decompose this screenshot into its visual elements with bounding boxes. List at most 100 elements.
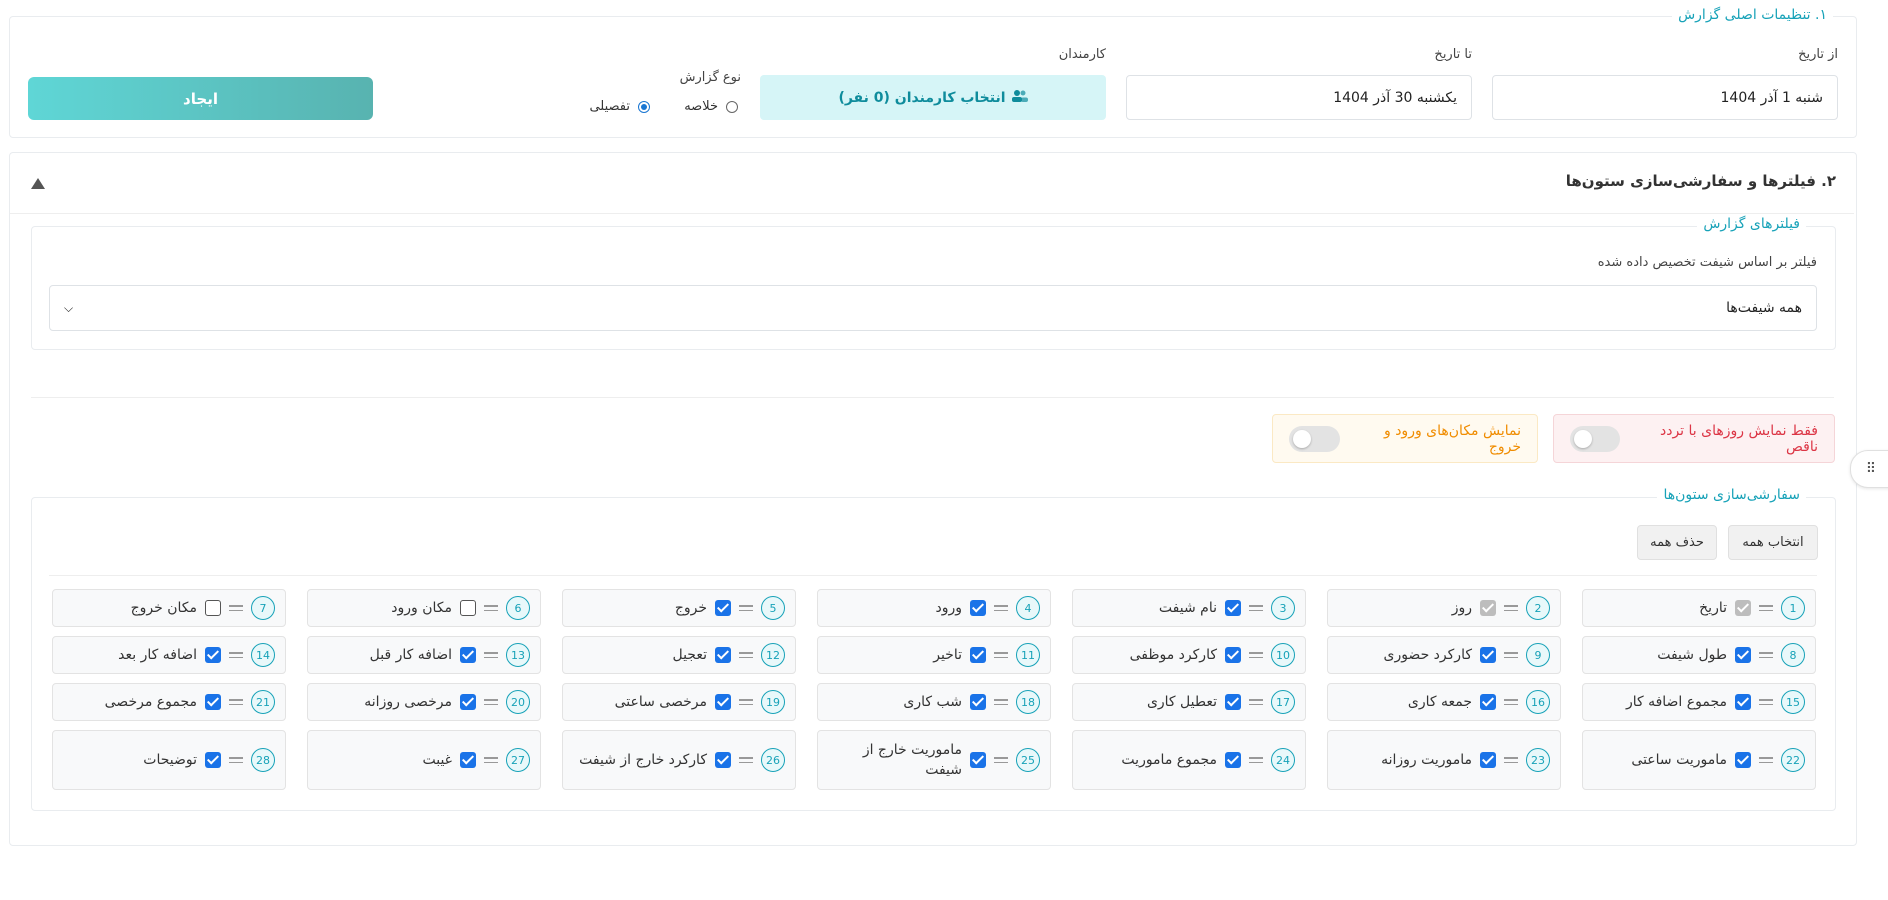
column-checkbox[interactable] bbox=[205, 600, 221, 616]
column-checkbox[interactable] bbox=[970, 694, 986, 710]
drag-handle-icon[interactable] bbox=[229, 699, 243, 705]
column-checkbox[interactable] bbox=[1735, 752, 1751, 768]
drag-handle-icon[interactable] bbox=[994, 757, 1008, 763]
summary-radio[interactable] bbox=[726, 100, 738, 113]
column-card[interactable]: 5 خروج bbox=[562, 589, 796, 627]
column-checkbox[interactable] bbox=[1480, 694, 1496, 710]
column-checkbox[interactable] bbox=[460, 752, 476, 768]
column-card[interactable]: 7 مکان خروج bbox=[52, 589, 286, 627]
incomplete-days-switch[interactable] bbox=[1570, 425, 1621, 452]
drag-handle-icon[interactable] bbox=[1249, 757, 1263, 763]
column-card[interactable]: 17 تعطیل کاری bbox=[1072, 683, 1306, 721]
column-card[interactable]: 8 طول شیفت bbox=[1582, 636, 1816, 674]
column-card[interactable]: 21 مجموع مرخصی bbox=[52, 683, 286, 721]
column-card[interactable]: 20 مرخصی روزانه bbox=[307, 683, 541, 721]
column-card[interactable]: 23 ماموریت روزانه bbox=[1327, 730, 1561, 790]
column-card[interactable]: 27 غیبت bbox=[307, 730, 541, 790]
drag-handle-icon[interactable] bbox=[994, 652, 1008, 658]
column-card[interactable]: 1 تاریخ bbox=[1582, 589, 1816, 627]
deselect-all-button[interactable]: حذف همه bbox=[1637, 525, 1717, 560]
locations-switch[interactable] bbox=[1289, 425, 1341, 452]
column-card[interactable]: 10 کارکرد موظفی bbox=[1072, 636, 1306, 674]
column-checkbox[interactable] bbox=[460, 600, 476, 616]
column-checkbox[interactable] bbox=[205, 647, 221, 663]
column-checkbox[interactable] bbox=[1225, 600, 1241, 616]
column-card[interactable]: 22 ماموریت ساعتی bbox=[1582, 730, 1816, 790]
side-drag-handle[interactable]: ⠿ bbox=[1850, 450, 1888, 488]
column-card[interactable]: 18 شب کاری bbox=[817, 683, 1051, 721]
column-card[interactable]: 2 روز bbox=[1327, 589, 1561, 627]
drag-handle-icon[interactable] bbox=[484, 605, 498, 611]
report-type-detailed-option[interactable]: تفصیلی bbox=[589, 99, 650, 114]
drag-handle-icon[interactable] bbox=[1504, 757, 1518, 763]
column-card[interactable]: 28 توضیحات bbox=[52, 730, 286, 790]
column-card[interactable]: 16 جمعه کاری bbox=[1327, 683, 1561, 721]
column-checkbox[interactable] bbox=[1735, 694, 1751, 710]
drag-handle-icon[interactable] bbox=[229, 652, 243, 658]
column-card[interactable]: 6 مکان ورود bbox=[307, 589, 541, 627]
drag-handle-icon[interactable] bbox=[484, 652, 498, 658]
drag-handle-icon[interactable] bbox=[229, 757, 243, 763]
drag-handle-icon[interactable] bbox=[229, 605, 243, 611]
column-checkbox[interactable] bbox=[970, 600, 986, 616]
locations-toggle-box[interactable]: نمایش مکان‌های ورود و خروج bbox=[1272, 414, 1538, 463]
drag-handle-icon[interactable] bbox=[1504, 652, 1518, 658]
drag-handle-icon[interactable] bbox=[739, 605, 753, 611]
drag-handle-icon[interactable] bbox=[994, 605, 1008, 611]
column-checkbox[interactable] bbox=[970, 752, 986, 768]
create-button[interactable]: ایجاد bbox=[28, 77, 373, 120]
drag-handle-icon[interactable] bbox=[1759, 757, 1773, 763]
column-card[interactable]: 11 تاخیر bbox=[817, 636, 1051, 674]
column-checkbox[interactable] bbox=[1225, 752, 1241, 768]
drag-handle-icon[interactable] bbox=[484, 757, 498, 763]
drag-handle-icon[interactable] bbox=[994, 699, 1008, 705]
column-checkbox[interactable] bbox=[970, 647, 986, 663]
column-checkbox[interactable] bbox=[715, 600, 731, 616]
column-card[interactable]: 4 ورود bbox=[817, 589, 1051, 627]
select-all-button[interactable]: انتخاب همه bbox=[1728, 525, 1818, 560]
column-checkbox[interactable] bbox=[1225, 647, 1241, 663]
select-employees-button[interactable]: انتخاب کارمندان (0 نفر) bbox=[760, 75, 1106, 120]
column-checkbox[interactable] bbox=[715, 752, 731, 768]
column-card[interactable]: 24 مجموع ماموریت bbox=[1072, 730, 1306, 790]
column-checkbox[interactable] bbox=[1480, 647, 1496, 663]
drag-handle-icon[interactable] bbox=[1249, 699, 1263, 705]
column-card[interactable]: 3 نام شیفت bbox=[1072, 589, 1306, 627]
column-checkbox[interactable] bbox=[1735, 647, 1751, 663]
incomplete-days-toggle-box[interactable]: فقط نمایش روزهای با تردد ناقص bbox=[1553, 414, 1835, 463]
column-checkbox[interactable] bbox=[460, 694, 476, 710]
column-checkbox[interactable] bbox=[715, 647, 731, 663]
collapse-icon[interactable] bbox=[31, 178, 45, 189]
column-checkbox[interactable] bbox=[715, 694, 731, 710]
column-label: مجموع مرخصی bbox=[104, 694, 197, 710]
drag-handle-icon[interactable] bbox=[1759, 605, 1773, 611]
column-card[interactable]: 13 اضافه کار قبل bbox=[307, 636, 541, 674]
column-checkbox[interactable] bbox=[1480, 752, 1496, 768]
column-card[interactable]: 25 ماموریت خارج از شیفت bbox=[817, 730, 1051, 790]
drag-handle-icon[interactable] bbox=[1504, 605, 1518, 611]
column-card[interactable]: 9 کارکرد حضوری bbox=[1327, 636, 1561, 674]
drag-handle-icon[interactable] bbox=[1249, 605, 1263, 611]
column-card[interactable]: 15 مجموع اضافه کار bbox=[1582, 683, 1816, 721]
drag-handle-icon[interactable] bbox=[484, 699, 498, 705]
detailed-radio[interactable] bbox=[638, 100, 650, 113]
drag-handle-icon[interactable] bbox=[739, 757, 753, 763]
column-card[interactable]: 14 اضافه کار بعد bbox=[52, 636, 286, 674]
from-date-input[interactable]: شنبه 1 آذر 1404 bbox=[1492, 75, 1838, 120]
drag-handle-icon[interactable] bbox=[1759, 652, 1773, 658]
drag-handle-icon[interactable] bbox=[739, 652, 753, 658]
drag-handle-icon[interactable] bbox=[1759, 699, 1773, 705]
column-checkbox[interactable] bbox=[460, 647, 476, 663]
column-card[interactable]: 19 مرخصی ساعتی bbox=[562, 683, 796, 721]
shift-filter-select[interactable]: همه شیفت‌ها ⌵ bbox=[49, 285, 1817, 331]
to-date-input[interactable]: یکشنبه 30 آذر 1404 bbox=[1126, 75, 1472, 120]
column-checkbox[interactable] bbox=[205, 752, 221, 768]
column-checkbox[interactable] bbox=[1225, 694, 1241, 710]
drag-handle-icon[interactable] bbox=[739, 699, 753, 705]
drag-handle-icon[interactable] bbox=[1249, 652, 1263, 658]
drag-handle-icon[interactable] bbox=[1504, 699, 1518, 705]
report-type-summary-option[interactable]: خلاصه bbox=[684, 99, 738, 114]
column-checkbox[interactable] bbox=[205, 694, 221, 710]
column-card[interactable]: 26 کارکرد خارج از شیفت bbox=[562, 730, 796, 790]
column-card[interactable]: 12 تعجیل bbox=[562, 636, 796, 674]
